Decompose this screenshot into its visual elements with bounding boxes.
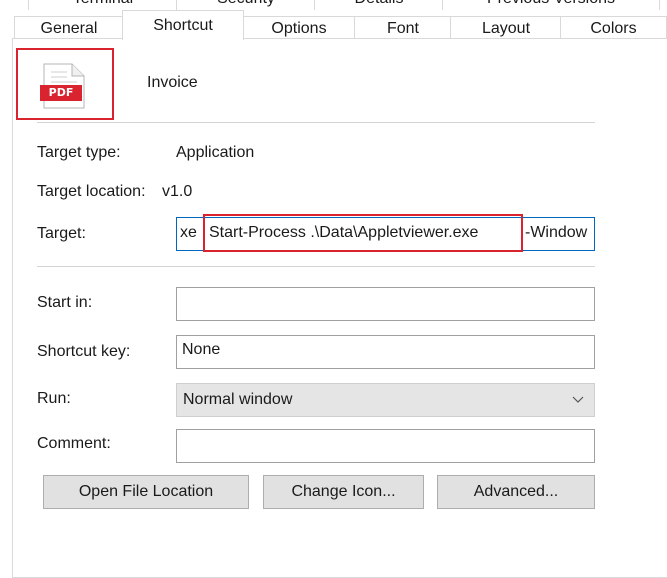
tab-colors[interactable]: Colors <box>560 16 667 38</box>
start-in-input[interactable] <box>176 287 595 321</box>
target-highlight-box <box>203 214 523 252</box>
open-file-location-button[interactable]: Open File Location <box>43 475 249 509</box>
chevron-down-icon <box>572 384 584 428</box>
separator-mid <box>37 266 595 267</box>
pdf-badge-text: PDF <box>48 86 74 99</box>
advanced-button[interactable]: Advanced... <box>437 475 595 509</box>
tab-shortcut[interactable]: Shortcut <box>122 10 244 40</box>
change-icon-button[interactable]: Change Icon... <box>263 475 424 509</box>
run-select[interactable]: Normal window <box>176 383 595 417</box>
target-suffix: -Window <box>525 224 588 241</box>
tab-general[interactable]: General <box>14 16 124 38</box>
shortcut-key-label: Shortcut key: <box>37 343 131 360</box>
pdf-file-icon: PDF <box>40 63 86 109</box>
shortcut-key-input[interactable]: None <box>176 335 595 369</box>
tab-previous-versions[interactable]: Previous Versions <box>442 0 660 10</box>
tab-font[interactable]: Font <box>354 16 452 38</box>
target-label: Target: <box>37 225 86 242</box>
run-label: Run: <box>37 390 71 407</box>
tab-terminal[interactable]: Terminal <box>28 0 178 10</box>
target-type-label: Target type: <box>37 144 121 161</box>
target-prefix: xe <box>180 224 197 241</box>
target-location-label: Target location: <box>37 183 146 200</box>
start-in-label: Start in: <box>37 294 93 311</box>
tab-layout[interactable]: Layout <box>450 16 562 38</box>
tab-details[interactable]: Details <box>314 0 444 10</box>
tab-security[interactable]: Security <box>176 0 316 10</box>
comment-input[interactable] <box>176 429 595 463</box>
tab-row-front: General Shortcut Options Font Layout Col… <box>0 10 667 40</box>
run-select-value: Normal window <box>183 391 293 408</box>
tab-options[interactable]: Options <box>242 16 356 38</box>
separator-top <box>37 122 595 123</box>
target-type-value: Application <box>176 144 255 161</box>
target-location-value: v1.0 <box>162 183 193 200</box>
comment-label: Comment: <box>37 435 111 452</box>
shortcut-name: Invoice <box>147 74 198 91</box>
